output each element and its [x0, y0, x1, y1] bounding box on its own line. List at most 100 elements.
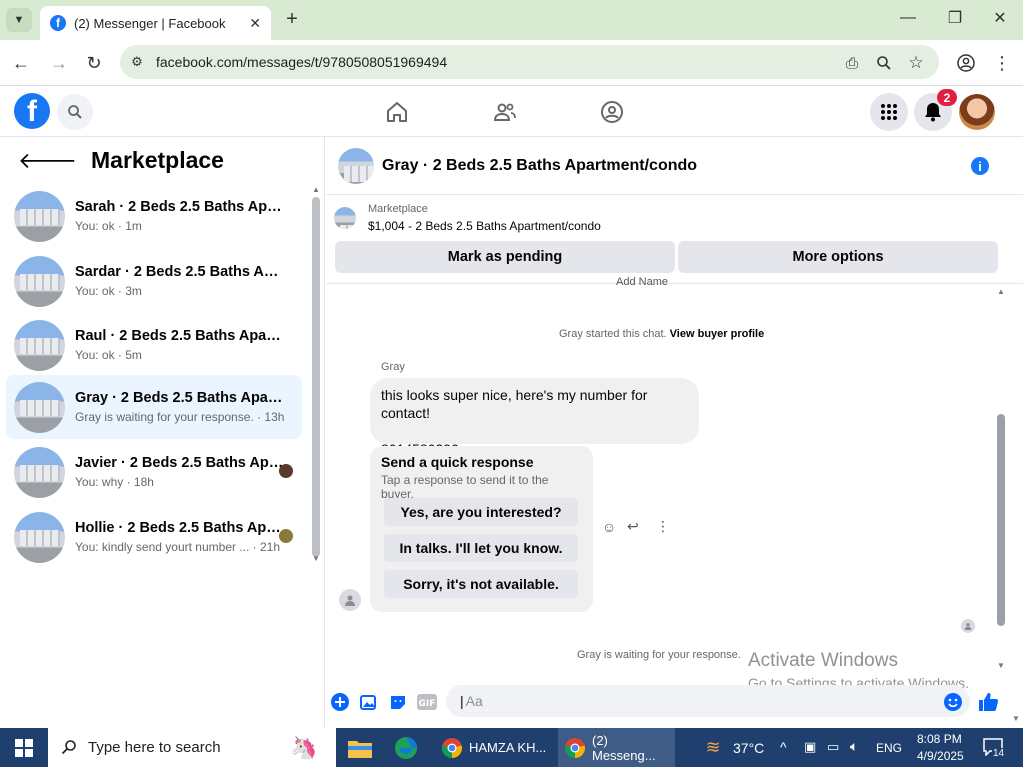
quick-response-button[interactable]: Sorry, it's not available.: [384, 570, 578, 598]
conversation-preview: You: ok · 1m: [75, 219, 142, 233]
windows-start-icon[interactable]: [14, 738, 34, 758]
account-avatar[interactable]: [959, 94, 995, 130]
message-bubble[interactable]: this looks super nice, here's my number …: [370, 378, 699, 457]
conversation-name: Javier · 2 Beds 2.5 Baths Apar...: [75, 455, 285, 471]
browser-address-bar: ← → ↻ facebook.com/messages/t/9780508051…: [0, 40, 1023, 86]
taskbar-app-label: HAMZA KH...: [469, 740, 547, 755]
scroll-down-icon[interactable]: ▼: [995, 660, 1007, 670]
friends-icon[interactable]: [490, 97, 520, 127]
chrome-icon: [441, 737, 463, 758]
reply-icon[interactable]: ↩: [627, 518, 639, 535]
chat-title[interactable]: Gray · 2 Beds 2.5 Baths Apartment/condo: [382, 157, 697, 175]
page-scroll-down-icon[interactable]: ▼: [1011, 713, 1021, 723]
notification-count-badge: 2: [937, 89, 957, 106]
more-actions-icon[interactable]: ⋮: [656, 518, 670, 535]
view-buyer-profile-link[interactable]: View buyer profile: [670, 328, 765, 340]
bookmark-star-icon[interactable]: ☆: [905, 52, 927, 74]
conversation-item[interactable]: Hollie · 2 Beds 2.5 Baths Apar... You: k…: [6, 505, 302, 569]
menu-grid-icon[interactable]: [870, 93, 908, 131]
home-icon[interactable]: [382, 97, 412, 127]
photo-icon[interactable]: [358, 691, 380, 713]
browser-tab[interactable]: f (2) Messenger | Facebook ✕: [40, 6, 271, 40]
conversation-name: Hollie · 2 Beds 2.5 Baths Apar...: [75, 520, 285, 536]
edge-browser-icon[interactable]: [394, 736, 418, 760]
seen-receipt-avatar: [961, 619, 975, 633]
chat-started-notice: Gray started this chat. View buyer profi…: [559, 328, 764, 340]
message-input[interactable]: | Aa: [446, 685, 970, 717]
more-options-button[interactable]: More options: [678, 241, 998, 273]
install-app-icon[interactable]: ⎙: [841, 52, 863, 74]
reload-icon[interactable]: ↻: [83, 52, 105, 74]
quick-response-button[interactable]: In talks. I'll let you know.: [384, 534, 578, 562]
like-thumbs-up-icon[interactable]: [977, 691, 999, 713]
emoji-icon[interactable]: [942, 691, 964, 713]
clock-time[interactable]: 8:08 PM: [917, 732, 962, 746]
new-tab-icon[interactable]: +: [282, 8, 302, 30]
back-icon[interactable]: ←: [10, 52, 32, 74]
network-icon[interactable]: ▭: [827, 739, 839, 755]
scroll-up-icon[interactable]: ▲: [995, 286, 1007, 296]
tab-list-icon[interactable]: ▼: [6, 8, 32, 32]
plus-actions-icon[interactable]: [329, 691, 351, 713]
url-field[interactable]: facebook.com/messages/t/9780508051969494: [120, 45, 939, 79]
minimize-icon[interactable]: —: [898, 8, 918, 28]
waiting-notice: Gray is waiting for your response.: [577, 649, 741, 661]
weather-icon[interactable]: ≋: [702, 736, 724, 758]
close-tab-icon[interactable]: ✕: [249, 15, 261, 32]
facebook-logo-icon[interactable]: f: [14, 93, 50, 129]
mark-as-pending-button[interactable]: Mark as pending: [335, 241, 675, 273]
search-icon[interactable]: [57, 94, 93, 130]
conversation-list-scrollbar[interactable]: [312, 197, 320, 557]
listing-thumbnail: [14, 446, 65, 498]
marketplace-header: 🡐 Marketplace: [18, 147, 224, 174]
taskbar-search-icon: [60, 738, 78, 756]
taskbar-chrome-app[interactable]: HAMZA KH...: [437, 728, 552, 767]
zoom-icon[interactable]: [873, 52, 895, 74]
info-icon[interactable]: i: [971, 157, 989, 175]
partial-top-text: Add Name: [616, 276, 668, 288]
restore-icon[interactable]: ❐: [945, 8, 965, 28]
message-composer: GIF | Aa: [326, 685, 1023, 721]
sticker-icon[interactable]: [387, 691, 409, 713]
conversation-preview: You: ok · 3m: [75, 284, 142, 298]
file-explorer-icon[interactable]: [348, 737, 372, 759]
meet-now-icon[interactable]: ▣: [804, 739, 816, 755]
conversation-item[interactable]: Sardar · 2 Beds 2.5 Baths Apart... You: …: [6, 249, 302, 313]
volume-icon[interactable]: 🔈︎: [850, 738, 858, 755]
listing-thumbnail: [14, 511, 65, 563]
site-info-icon[interactable]: ⚙: [128, 53, 146, 71]
thread-scrollbar[interactable]: [997, 414, 1005, 626]
conversation-item[interactable]: Javier · 2 Beds 2.5 Baths Apar... You: w…: [6, 440, 302, 504]
conversation-item-active[interactable]: Gray · 2 Beds 2.5 Baths Apartme... Gray …: [6, 375, 302, 439]
scroll-down-icon[interactable]: ▼: [311, 553, 321, 563]
quick-response-button[interactable]: Yes, are you interested?: [384, 498, 578, 526]
scroll-up-icon[interactable]: ▲: [311, 184, 321, 194]
back-arrow-icon[interactable]: 🡐: [18, 148, 77, 174]
taskbar-search[interactable]: Type here to search 🦄: [48, 728, 336, 767]
listing-price[interactable]: $1,004 - 2 Beds 2.5 Baths Apartment/cond…: [368, 219, 601, 233]
listing-thumbnail-small[interactable]: [334, 207, 356, 229]
tab-title: (2) Messenger | Facebook: [74, 15, 226, 31]
language-indicator[interactable]: ENG: [876, 741, 902, 755]
quick-response-card: Send a quick response Tap a response to …: [370, 446, 593, 612]
gif-icon[interactable]: GIF: [416, 691, 438, 713]
conversation-item[interactable]: Sarah · 2 Beds 2.5 Baths Apartm... You: …: [6, 184, 302, 248]
watermark-line1: Activate Windows: [748, 650, 898, 671]
listing-thumbnail[interactable]: [338, 147, 374, 184]
clock-date[interactable]: 4/9/2025: [917, 749, 964, 763]
browser-menu-icon[interactable]: ⋮: [991, 52, 1013, 74]
listing-info: Marketplace $1,004 - 2 Beds 2.5 Baths Ap…: [334, 203, 601, 233]
groups-icon[interactable]: [597, 97, 627, 127]
conversation-preview: Gray is waiting for your response. · 13h: [75, 410, 285, 424]
taskbar-chrome-app-active[interactable]: (2) Messeng...: [558, 728, 675, 767]
weather-temp[interactable]: 37°C: [733, 740, 764, 756]
forward-icon[interactable]: →: [48, 52, 70, 74]
react-emoji-icon[interactable]: ☺: [602, 519, 616, 535]
close-window-icon[interactable]: ✕: [990, 8, 1010, 28]
sender-avatar[interactable]: [339, 589, 361, 611]
conversation-item[interactable]: Raul · 2 Beds 2.5 Baths Apartme... You: …: [6, 313, 302, 377]
show-hidden-icons-icon[interactable]: ^: [780, 739, 787, 755]
facebook-favicon-icon: f: [50, 15, 66, 31]
listing-thumbnail: [14, 381, 65, 433]
profile-icon[interactable]: [955, 52, 977, 74]
